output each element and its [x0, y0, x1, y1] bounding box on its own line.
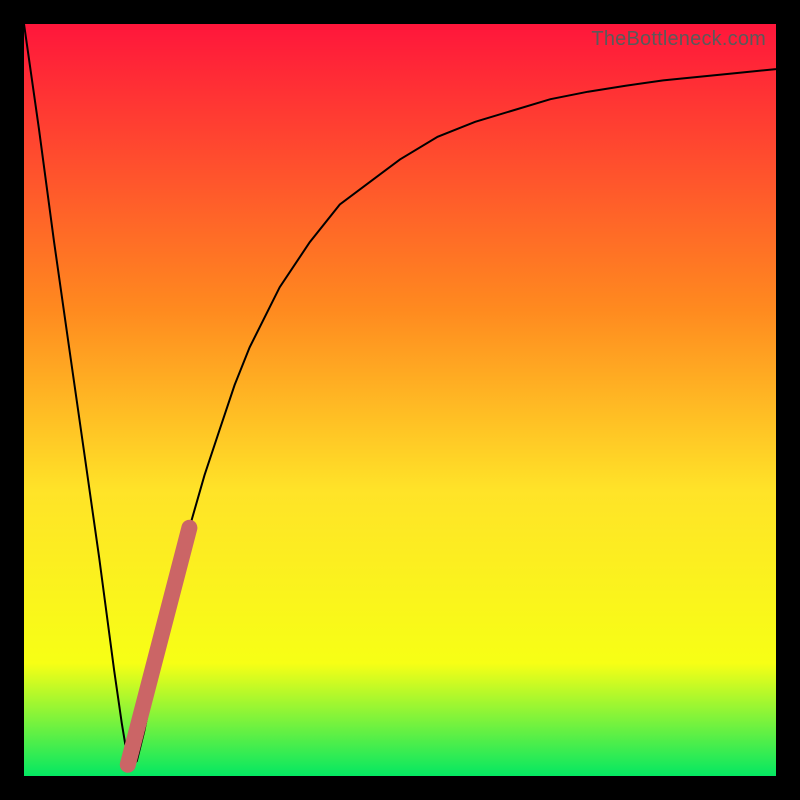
outer-frame: TheBottleneck.com [0, 0, 800, 800]
gradient-background [24, 24, 776, 776]
plot-area: TheBottleneck.com [24, 24, 776, 776]
chart-svg [24, 24, 776, 776]
watermark-text: TheBottleneck.com [591, 28, 766, 51]
